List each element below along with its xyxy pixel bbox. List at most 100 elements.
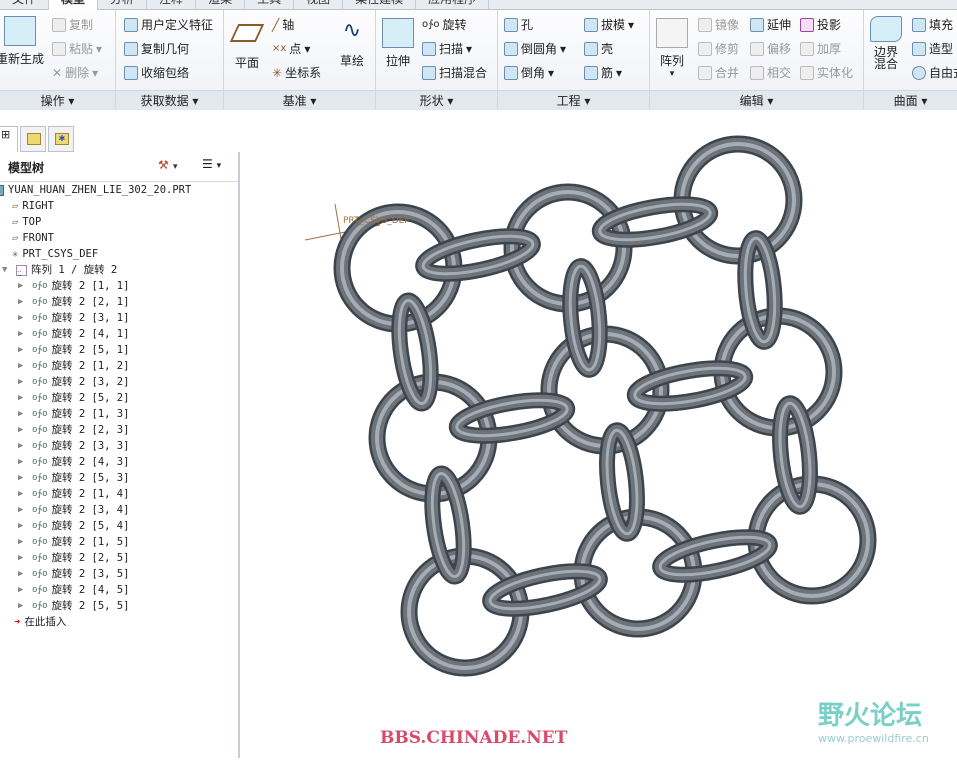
expand-arrow-icon[interactable]: ▶ [18, 358, 28, 374]
tree-item-member[interactable]: ▶ o∱o 旋转 2 [1, 1] [18, 278, 129, 294]
shell-button[interactable]: 壳 [584, 40, 613, 57]
intersect-button[interactable]: 相交 [750, 64, 791, 81]
tree-item-member[interactable]: ▶ o∱o 旋转 2 [1, 4] [18, 486, 129, 502]
tree-item-pattern[interactable]: ▼ ⁚⁚ 阵列 1 / 旋转 2 [2, 262, 117, 278]
expand-arrow-icon[interactable]: ▶ [18, 598, 28, 614]
expand-arrow-icon[interactable]: ▶ [18, 406, 28, 422]
group-label-engineering[interactable]: 工程 ▾ [498, 90, 649, 110]
rib-button[interactable]: 筋 ▾ [584, 64, 622, 81]
expand-arrow-icon[interactable]: ▶ [18, 566, 28, 582]
tab-model-tree[interactable]: ⊞ [0, 126, 18, 152]
tree-item-member[interactable]: ▶ o∱o 旋转 2 [5, 3] [18, 470, 129, 486]
tree-item-member[interactable]: ▶ o∱o 旋转 2 [5, 2] [18, 390, 129, 406]
tree-item-member[interactable]: ▶ o∱o 旋转 2 [3, 3] [18, 438, 129, 454]
expand-arrow-icon[interactable]: ▶ [18, 534, 28, 550]
tree-item-member[interactable]: ▶ o∱o 旋转 2 [3, 5] [18, 566, 129, 582]
delete-button[interactable]: ✕ 删除 ▾ [52, 64, 98, 81]
settings-tools-icon[interactable]: ⚒ ▾ [158, 158, 177, 172]
tab-1[interactable]: 模型 [49, 0, 99, 10]
expand-arrow-icon[interactable]: ▶ [18, 470, 28, 486]
show-list-icon[interactable]: ☰ ▾ [202, 157, 221, 171]
group-label-datum[interactable]: 基准 ▾ [224, 90, 375, 110]
tab-8[interactable]: 应用程序 [416, 0, 490, 10]
group-label-surfaces[interactable]: 曲面 ▾ [864, 90, 957, 110]
swept-blend-button[interactable]: 扫描混合 [422, 64, 487, 81]
expand-arrow-icon[interactable]: ▶ [18, 326, 28, 342]
expand-arrow-icon[interactable]: ▶ [18, 310, 28, 326]
hole-button[interactable]: 孔 [504, 16, 533, 33]
extend-button[interactable]: 延伸 [750, 16, 791, 33]
style-button[interactable]: 造型 [912, 40, 953, 57]
expand-arrow-icon[interactable]: ▶ [18, 438, 28, 454]
pattern-button[interactable]: 阵列 ▾ [654, 18, 690, 79]
plane-button[interactable]: 平面 [229, 20, 265, 71]
revolve-button[interactable]: o∱o 旋转 [422, 16, 466, 33]
thicken-button[interactable]: 加厚 [800, 40, 841, 57]
tree-item-member[interactable]: ▶ o∱o 旋转 2 [2, 3] [18, 422, 129, 438]
tab-0[interactable]: 文件 [0, 0, 50, 10]
tab-4[interactable]: 渲染 [196, 0, 246, 10]
group-label-get-data[interactable]: 获取数据 ▾ [116, 90, 223, 110]
tab-2[interactable]: 分析 [98, 0, 148, 10]
tree-item-member[interactable]: ▶ o∱o 旋转 2 [5, 4] [18, 518, 129, 534]
tree-item-datum[interactable]: ✳ PRT_CSYS_DEF [12, 246, 98, 262]
copy-button[interactable]: 复制 [52, 16, 93, 33]
tree-root[interactable]: YUAN_HUAN_ZHEN_LIE_302_20.PRT [0, 182, 191, 198]
tree-insert-here[interactable]: ➜ 在此插入 [14, 614, 66, 630]
draft-button[interactable]: 拔模 ▾ [584, 16, 634, 33]
axis-button[interactable]: ╱ 轴 [272, 16, 294, 33]
paste-button[interactable]: 粘贴 ▾ [52, 40, 102, 57]
collapse-arrow-icon[interactable]: ▼ [2, 262, 12, 278]
expand-arrow-icon[interactable]: ▶ [18, 582, 28, 598]
expand-arrow-icon[interactable]: ▶ [18, 374, 28, 390]
tree-item-member[interactable]: ▶ o∱o 旋转 2 [5, 5] [18, 598, 129, 614]
tab-folder-browser[interactable] [20, 126, 46, 152]
tab-6[interactable]: 视图 [294, 0, 344, 10]
expand-arrow-icon[interactable]: ▶ [18, 342, 28, 358]
graphics-viewport[interactable] [242, 110, 957, 758]
solidify-button[interactable]: 实体化 [800, 64, 853, 81]
expand-arrow-icon[interactable]: ▶ [18, 486, 28, 502]
trim-button[interactable]: 修剪 [698, 40, 739, 57]
regenerate-button[interactable]: 重新生成 [0, 16, 46, 67]
round-button[interactable]: 倒圆角 ▾ [504, 40, 566, 57]
copy-geometry-button[interactable]: 复制几何 [124, 40, 189, 57]
freestyle-button[interactable]: 自由式 [912, 64, 957, 81]
project-button[interactable]: 投影 [800, 16, 841, 33]
udf-button[interactable]: 用户定义特征 [124, 16, 213, 33]
tree-item-member[interactable]: ▶ o∱o 旋转 2 [3, 4] [18, 502, 129, 518]
tab-favorites[interactable]: ✱ [48, 126, 74, 152]
extrude-button[interactable]: 拉伸 [380, 18, 416, 69]
tree-item-member[interactable]: ▶ o∱o 旋转 2 [1, 5] [18, 534, 129, 550]
tree-item-member[interactable]: ▶ o∱o 旋转 2 [4, 1] [18, 326, 129, 342]
shrinkwrap-button[interactable]: 收缩包络 [124, 64, 189, 81]
offset-button[interactable]: 偏移 [750, 40, 791, 57]
tree-item-member[interactable]: ▶ o∱o 旋转 2 [2, 5] [18, 550, 129, 566]
csys-button[interactable]: ✳ 坐标系 [272, 64, 321, 81]
tree-item-member[interactable]: ▶ o∱o 旋转 2 [3, 1] [18, 310, 129, 326]
expand-arrow-icon[interactable]: ▶ [18, 278, 28, 294]
expand-arrow-icon[interactable]: ▶ [18, 518, 28, 534]
expand-arrow-icon[interactable]: ▶ [18, 294, 28, 310]
expand-arrow-icon[interactable]: ▶ [18, 390, 28, 406]
point-button[interactable]: ×x 点 ▾ [272, 40, 310, 57]
boundary-blend-button[interactable]: 边界混合 [868, 16, 904, 70]
mirror-button[interactable]: 镜像 [698, 16, 739, 33]
tree-item-member[interactable]: ▶ o∱o 旋转 2 [1, 2] [18, 358, 129, 374]
expand-arrow-icon[interactable]: ▶ [18, 550, 28, 566]
fill-button[interactable]: 填充 [912, 16, 953, 33]
tree-item-datum[interactable]: ▱ TOP [12, 214, 41, 230]
tab-5[interactable]: 工具 [245, 0, 295, 10]
sweep-button[interactable]: 扫描 ▾ [422, 40, 472, 57]
tab-7[interactable]: 柔性建模 [343, 0, 417, 10]
group-label-shapes[interactable]: 形状 ▾ [376, 90, 497, 110]
merge-button[interactable]: 合并 [698, 64, 739, 81]
tree-item-datum[interactable]: ▱ RIGHT [12, 198, 54, 214]
tab-3[interactable]: 注释 [147, 0, 197, 10]
tree-item-member[interactable]: ▶ o∱o 旋转 2 [5, 1] [18, 342, 129, 358]
chamfer-button[interactable]: 倒角 ▾ [504, 64, 554, 81]
expand-arrow-icon[interactable]: ▶ [18, 502, 28, 518]
tree-item-member[interactable]: ▶ o∱o 旋转 2 [4, 3] [18, 454, 129, 470]
tree-item-member[interactable]: ▶ o∱o 旋转 2 [4, 5] [18, 582, 129, 598]
group-label-operations[interactable]: 操作 ▾ [0, 90, 115, 110]
